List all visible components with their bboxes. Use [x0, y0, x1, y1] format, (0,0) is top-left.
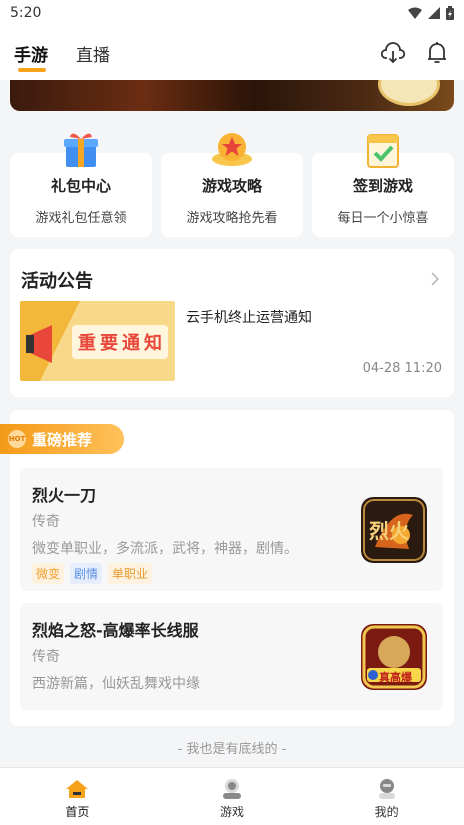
top-nav: 手游 直播	[0, 26, 464, 80]
quick-entry-subtitle: 游戏攻略抢先看	[186, 211, 278, 226]
battery-icon	[446, 6, 454, 20]
recommend-badge: HOT 重磅推荐	[0, 424, 124, 454]
activity-notice: 活动公告 重要通知 云手机终止运营通知 04-28 11:20	[10, 249, 454, 397]
quick-entry-title: 游戏攻略	[201, 177, 262, 195]
recommend-section: HOT 重磅推荐 烈火一刀 传奇 微变单职业，多流派，武将，神器，剧情。 微变 …	[0, 410, 454, 726]
download-icon	[381, 42, 405, 64]
notice-timestamp: 04-28 11:20	[362, 361, 442, 376]
star-badge-icon	[212, 133, 252, 166]
game-icon: 真高爆	[361, 624, 427, 690]
chevron-right-icon[interactable]	[430, 271, 440, 287]
game-tag: 剧情	[70, 563, 103, 584]
game-genre: 传奇	[32, 649, 60, 665]
game-icon-text: 真高爆	[379, 671, 412, 684]
game-icon-text: 烈火	[369, 519, 409, 543]
game-name: 烈火一刀	[32, 486, 97, 505]
quick-entry-game-guide[interactable]: 游戏攻略 游戏攻略抢先看	[161, 133, 303, 237]
game-description: 微变单职业，多流派，武将，神器，剧情。	[32, 541, 298, 557]
promo-banner[interactable]	[10, 80, 454, 111]
quick-entry-gift-center[interactable]: 礼包中心 游戏礼包任意领	[10, 133, 152, 237]
signal-icon	[428, 7, 440, 19]
hot-icon: HOT	[8, 430, 26, 448]
game-genre: 传奇	[32, 514, 60, 530]
bottom-nav-label: 我的	[374, 805, 399, 819]
bell-icon	[428, 42, 446, 63]
status-icons	[408, 6, 454, 20]
nav-actions	[380, 40, 450, 66]
quick-entry-subtitle: 每日一个小惊喜	[337, 211, 429, 226]
end-of-list-text: - 我也是有底线的 -	[177, 742, 287, 757]
game-tags: 微变 剧情 单职业	[32, 563, 153, 584]
game-tag: 微变	[32, 563, 65, 584]
game-description: 西游新篇，仙妖乱舞戏中缘	[32, 676, 200, 692]
bottom-nav-home[interactable]: 首页	[0, 768, 155, 825]
status-bar: 5:20	[0, 0, 464, 26]
quick-entry-title: 签到游戏	[352, 177, 413, 195]
game-card[interactable]: 烈焰之怒-高爆率长线服 传奇 西游新篇，仙妖乱舞戏中缘 真高爆	[20, 603, 443, 710]
quick-entry-title: 礼包中心	[50, 177, 111, 195]
quick-entry-subtitle: 游戏礼包任意领	[35, 211, 127, 226]
notice-section-title: 活动公告	[21, 271, 93, 292]
wifi-icon	[408, 7, 422, 19]
game-tag: 单职业	[108, 563, 153, 584]
banner-qr-badge	[378, 80, 440, 106]
notice-thumbnail[interactable]: 重要通知	[20, 301, 175, 381]
recommend-badge-label: 重磅推荐	[32, 430, 93, 449]
notification-button[interactable]	[424, 40, 450, 66]
notice-item-title[interactable]: 云手机终止运营通知	[186, 307, 312, 327]
download-button[interactable]	[380, 40, 406, 66]
game-card[interactable]: 烈火一刀 传奇 微变单职业，多流派，武将，神器，剧情。 微变 剧情 单职业 烈火	[20, 468, 443, 591]
bottom-nav: 首页 游戏 我的	[0, 767, 464, 825]
quick-entries: 礼包中心 游戏礼包任意领 游戏攻略 游戏攻略抢先看 签到游戏 每日一个小惊喜	[10, 133, 454, 237]
quick-entry-sign-in[interactable]: 签到游戏 每日一个小惊喜	[312, 134, 454, 237]
tab-live[interactable]: 直播	[76, 41, 110, 66]
status-time: 5:20	[10, 5, 42, 21]
gift-icon	[64, 133, 98, 167]
home-icon	[66, 780, 89, 798]
profile-icon	[378, 779, 395, 799]
game-icon: 烈火	[361, 497, 427, 563]
bottom-nav-profile[interactable]: 我的	[309, 768, 464, 825]
calendar-check-icon	[367, 134, 399, 168]
bottom-nav-label: 首页	[65, 805, 90, 819]
game-name: 烈焰之怒-高爆率长线服	[32, 621, 199, 640]
notice-thumbnail-text: 重要通知	[78, 333, 166, 354]
tab-mobile-games[interactable]: 手游	[14, 41, 48, 72]
bottom-nav-label: 游戏	[220, 805, 245, 819]
game-user-icon	[223, 779, 241, 799]
bottom-nav-games[interactable]: 游戏	[155, 768, 310, 825]
